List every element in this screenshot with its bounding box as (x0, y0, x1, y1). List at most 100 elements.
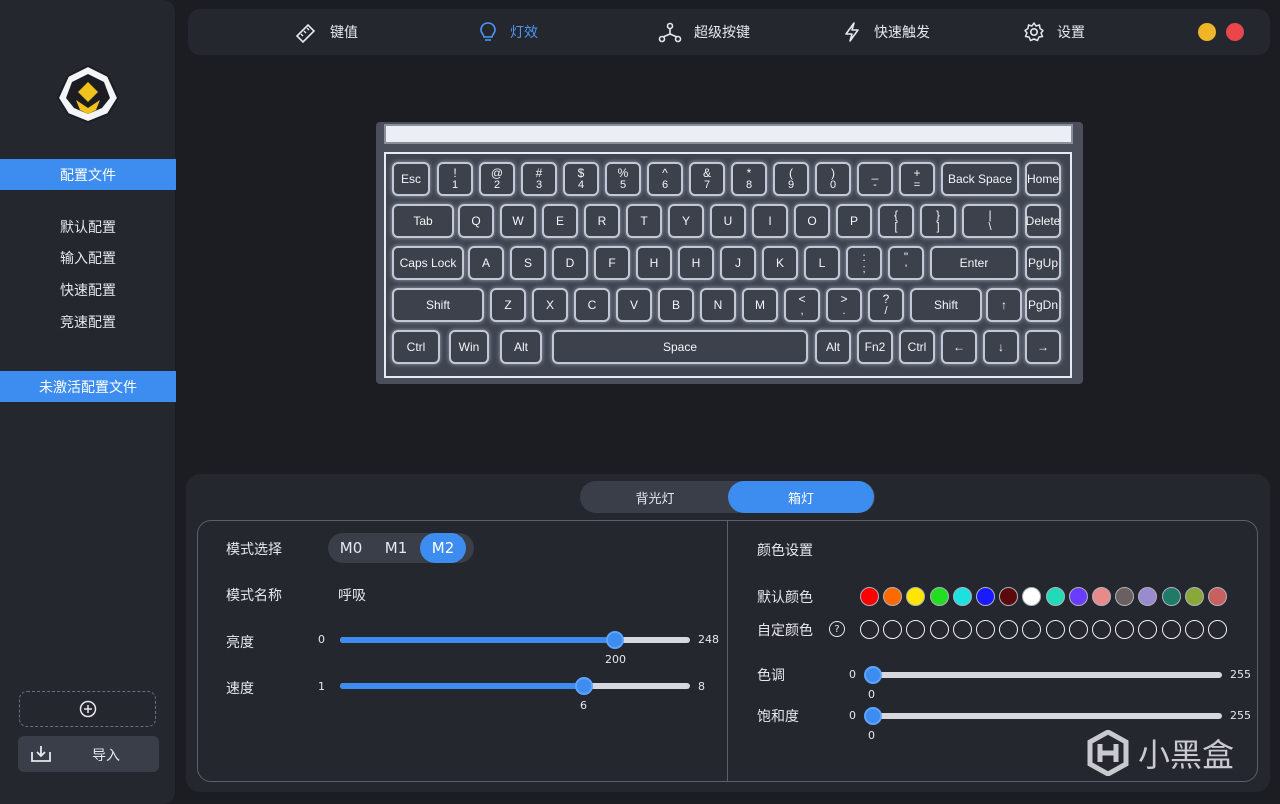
default-color-swatch[interactable] (860, 587, 879, 606)
inactive-profiles-header[interactable]: 未激活配置文件 (0, 371, 176, 402)
key-4-1[interactable]: Win (449, 330, 489, 364)
key-4-0[interactable]: Ctrl (392, 330, 440, 364)
key-0-7[interactable]: & 7 (689, 162, 725, 196)
key-1-13[interactable]: | \ (962, 204, 1018, 238)
key-0-11[interactable]: _ - (857, 162, 893, 196)
key-3-10[interactable]: ? / (868, 288, 904, 322)
key-4-5[interactable]: Fn2 (857, 330, 893, 364)
key-2-5[interactable]: H (636, 246, 672, 280)
nav-tab-keymap[interactable]: 键值 (294, 9, 358, 55)
key-1-9[interactable]: O (794, 204, 830, 238)
key-2-6[interactable]: H (678, 246, 714, 280)
mode-m2[interactable]: M2 (420, 533, 466, 563)
key-1-7[interactable]: U (710, 204, 746, 238)
key-0-6[interactable]: ^ 6 (647, 162, 683, 196)
default-color-swatch[interactable] (952, 587, 972, 606)
key-0-3[interactable]: #3 (521, 162, 557, 196)
profile-item-quick[interactable]: 快速配置 (0, 280, 176, 300)
key-0-4[interactable]: $4 (563, 162, 599, 196)
key-1-14[interactable]: Delete (1025, 204, 1061, 238)
minimize-button[interactable] (1198, 23, 1216, 41)
speed-thumb[interactable] (575, 677, 593, 695)
key-3-6[interactable]: N (700, 288, 736, 322)
profile-item-default[interactable]: 默认配置 (0, 217, 176, 237)
custom-color-swatch[interactable] (929, 620, 949, 639)
nav-tab-settings[interactable]: 设置 (1023, 9, 1085, 55)
key-0-10[interactable]: ) 0 (815, 162, 851, 196)
profiles-header[interactable]: 配置文件 (0, 159, 176, 190)
key-1-12[interactable]: }] (920, 204, 956, 238)
key-1-1[interactable]: Q (458, 204, 494, 238)
default-color-swatch[interactable] (1068, 587, 1088, 606)
speed-slider[interactable] (340, 677, 690, 695)
add-profile-button[interactable] (19, 691, 156, 727)
saturation-slider[interactable] (864, 707, 1222, 725)
custom-color-swatch[interactable] (1208, 620, 1227, 639)
default-color-swatch[interactable] (1045, 587, 1065, 606)
key-4-2[interactable]: Alt (500, 330, 542, 364)
key-3-0[interactable]: Shift (392, 288, 484, 322)
key-2-9[interactable]: L (804, 246, 840, 280)
key-0-9[interactable]: (9 (773, 162, 809, 196)
default-color-swatch[interactable] (1092, 587, 1111, 606)
nav-tab-superkey[interactable]: 超级按键 (658, 9, 750, 55)
key-1-11[interactable]: {[ (878, 204, 914, 238)
hue-slider[interactable] (864, 666, 1222, 684)
key-0-8[interactable]: * 8 (731, 162, 767, 196)
key-0-14[interactable]: Home (1025, 162, 1061, 196)
key-0-0[interactable]: Esc (392, 162, 430, 196)
key-2-1[interactable]: A (468, 246, 504, 280)
key-2-8[interactable]: K (762, 246, 798, 280)
custom-color-swatch[interactable] (1184, 620, 1204, 639)
key-0-1[interactable]: ! 1 (437, 162, 473, 196)
key-3-1[interactable]: Z (490, 288, 526, 322)
key-3-8[interactable]: <, (784, 288, 820, 322)
key-2-12[interactable]: Enter (930, 246, 1018, 280)
close-button[interactable] (1226, 23, 1244, 41)
key-2-10[interactable]: :; (846, 246, 882, 280)
tab-case-light[interactable]: 箱灯 (728, 481, 874, 513)
key-0-12[interactable]: + = (899, 162, 935, 196)
key-3-3[interactable]: C (574, 288, 610, 322)
key-3-4[interactable]: V (616, 288, 652, 322)
default-color-swatch[interactable] (976, 587, 995, 606)
default-color-swatch[interactable] (1208, 587, 1227, 606)
key-4-9[interactable]: → (1025, 330, 1061, 364)
key-3-11[interactable]: Shift (910, 288, 982, 322)
key-2-7[interactable]: J (720, 246, 756, 280)
key-4-4[interactable]: Alt (815, 330, 851, 364)
key-3-9[interactable]: >. (826, 288, 862, 322)
key-0-2[interactable]: @2 (479, 162, 515, 196)
key-2-13[interactable]: PgUp (1025, 246, 1061, 280)
profile-item-race[interactable]: 竞速配置 (0, 312, 176, 332)
key-0-5[interactable]: % 5 (605, 162, 641, 196)
key-2-4[interactable]: F (594, 246, 630, 280)
key-2-11[interactable]: " ' (888, 246, 924, 280)
default-color-swatch[interactable] (929, 587, 949, 606)
key-3-5[interactable]: B (658, 288, 694, 322)
nav-tab-rapid-trigger[interactable]: 快速触发 (842, 9, 930, 55)
custom-color-swatch[interactable] (976, 620, 995, 639)
custom-color-swatch[interactable] (1161, 620, 1181, 639)
key-4-6[interactable]: Ctrl (899, 330, 935, 364)
key-3-2[interactable]: X (532, 288, 568, 322)
brightness-thumb[interactable] (606, 631, 624, 649)
key-0-13[interactable]: Back Space (941, 162, 1019, 196)
custom-color-swatch[interactable] (952, 620, 972, 639)
key-1-4[interactable]: R (584, 204, 620, 238)
key-1-3[interactable]: E (542, 204, 578, 238)
key-3-7[interactable]: M (742, 288, 778, 322)
tab-backlight[interactable]: 背光灯 (584, 481, 726, 513)
import-button[interactable]: 导入 (18, 736, 159, 772)
key-2-2[interactable]: S (510, 246, 546, 280)
brightness-slider[interactable] (340, 631, 690, 649)
key-3-13[interactable]: PgDn (1025, 288, 1061, 322)
key-2-3[interactable]: D (552, 246, 588, 280)
key-1-2[interactable]: W (500, 204, 536, 238)
mode-m1[interactable]: M1 (375, 533, 417, 563)
key-1-10[interactable]: P (836, 204, 872, 238)
key-2-0[interactable]: Caps Lock (392, 246, 464, 280)
profile-item-input[interactable]: 输入配置 (0, 248, 176, 268)
key-4-8[interactable]: ↓ (983, 330, 1019, 364)
key-1-6[interactable]: Y (668, 204, 704, 238)
